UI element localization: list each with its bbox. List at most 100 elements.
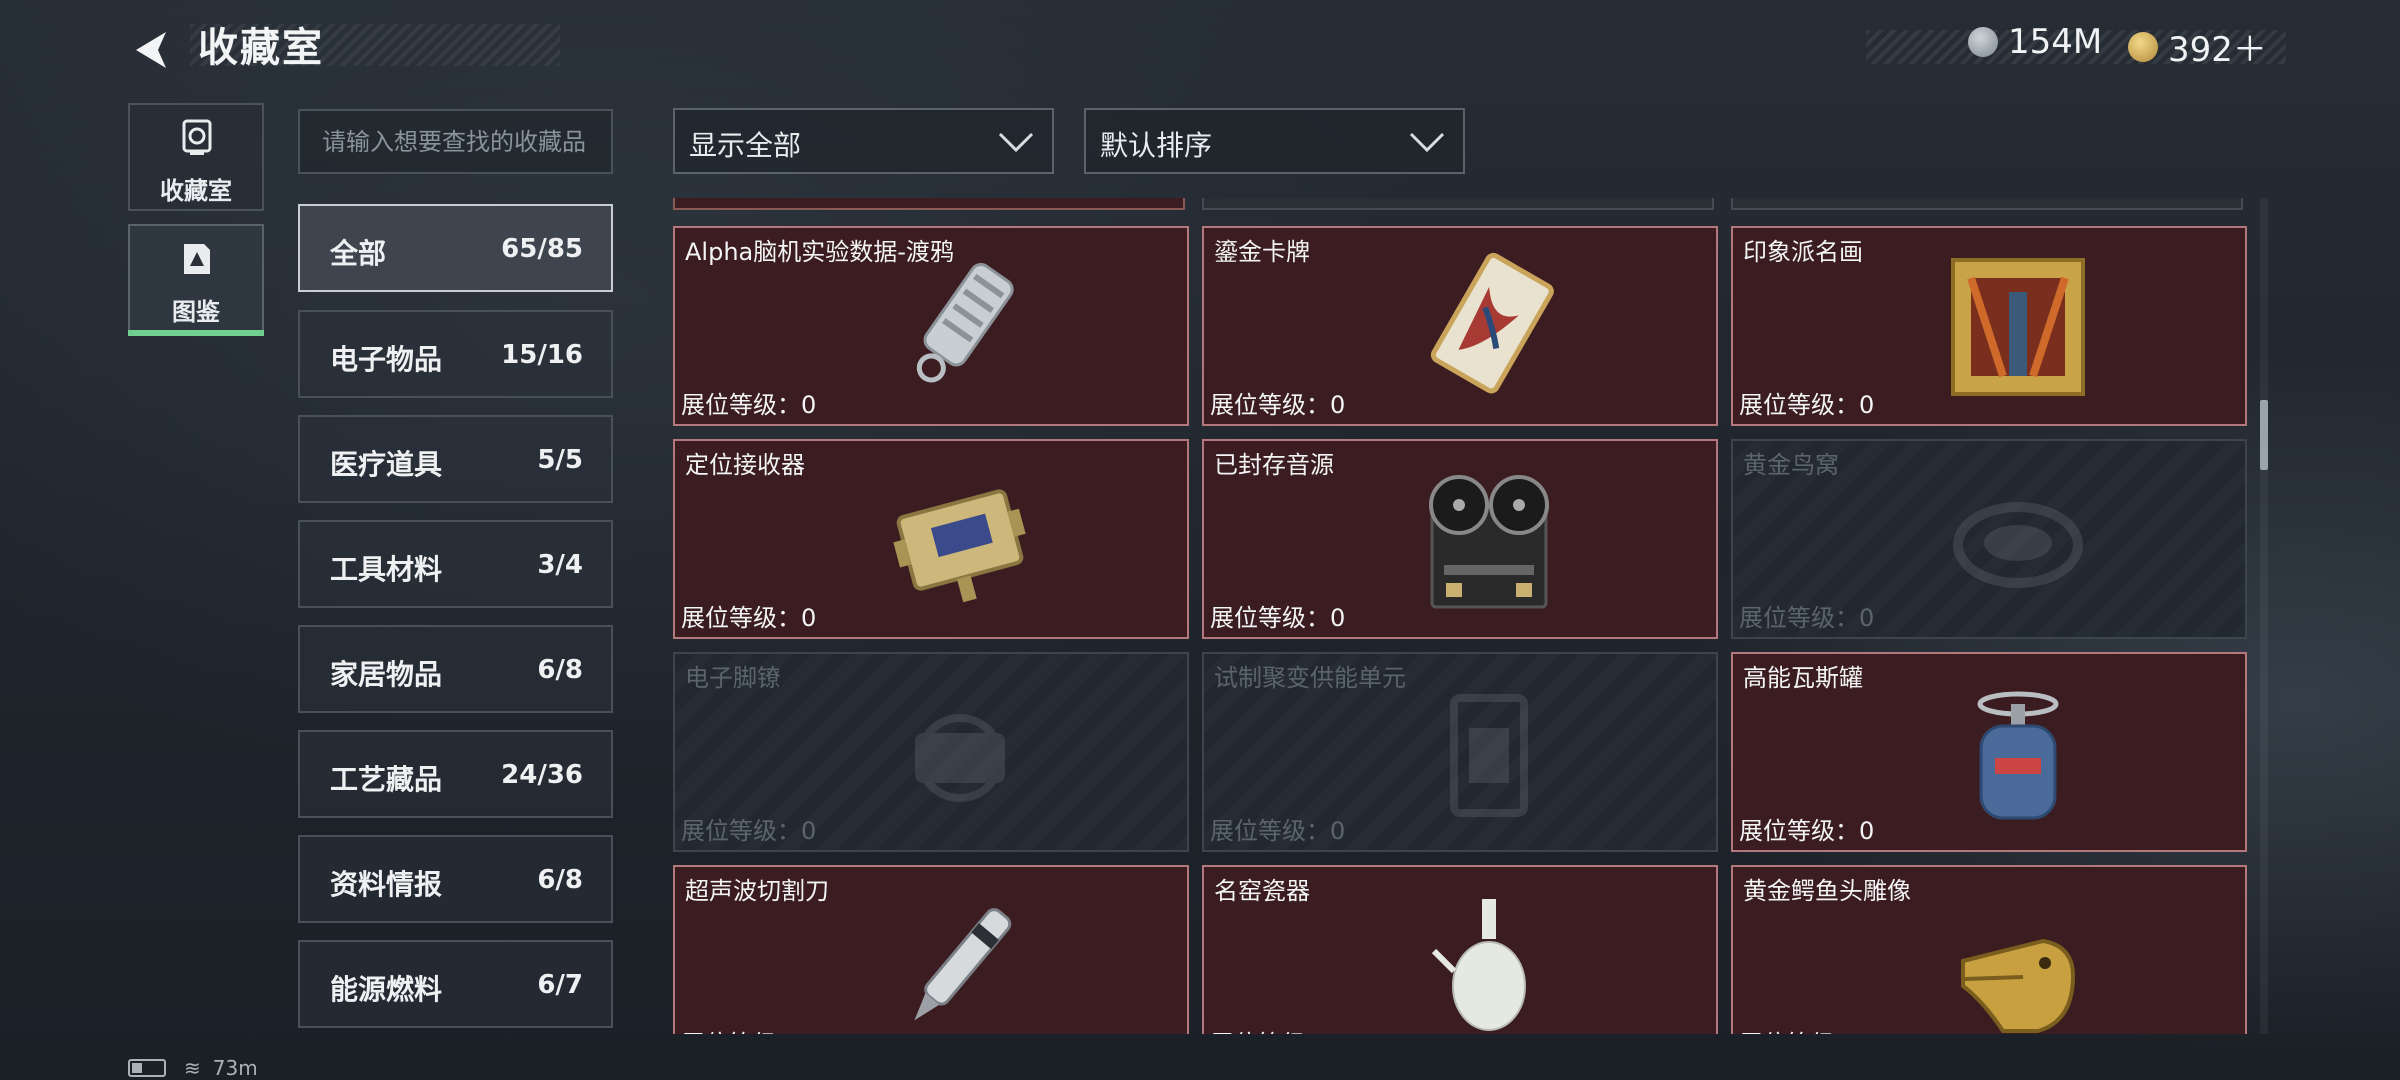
collectible-card-locked[interactable]: 黄金鸟窝 展位等级：0: [1731, 439, 2247, 639]
item-name: 鎏金卡牌: [1214, 238, 1310, 266]
category-medical[interactable]: 医疗道具 5/5: [298, 415, 613, 503]
category-label: 医疗道具: [330, 448, 443, 481]
category-electronics[interactable]: 电子物品 15/16: [298, 310, 613, 398]
gilded-card-icon: [1430, 252, 1554, 394]
nav-codex[interactable]: 图鉴: [128, 224, 264, 336]
sort-label: 默认排序: [1100, 129, 1213, 162]
signal-text: 73m: [212, 1056, 258, 1080]
item-level: 展位等级：0: [1739, 1024, 1874, 1034]
category-tools[interactable]: 工具材料 3/4: [298, 520, 613, 608]
porcelain-vase-icon: [1431, 899, 1526, 1031]
currency-silver-value: 154M: [2008, 22, 2103, 62]
category-label: 电子物品: [330, 343, 443, 376]
category-count: 6/7: [537, 970, 583, 1000]
category-count: 24/36: [501, 760, 583, 790]
category-count: 15/16: [501, 340, 583, 370]
item-name: 电子脚镣: [685, 664, 781, 692]
item-level: 展位等级：0: [1210, 817, 1346, 845]
collectible-grid: Alpha脑机实验数据-渡鸦 展位等级：0 鎏金卡牌 展位等级：0 印象派名画: [670, 198, 2250, 1034]
silver-coin-icon: [1968, 27, 1998, 57]
category-count: 6/8: [537, 865, 583, 895]
device-status: ≋ 73m: [128, 1056, 258, 1080]
battery-icon: [128, 1059, 166, 1077]
title-bar: 收藏室: [190, 24, 560, 71]
item-level: 展位等级：0: [1210, 604, 1346, 632]
item-level: 展位等级：0: [681, 391, 817, 419]
item-name: 超声波切割刀: [685, 877, 829, 905]
usb-drive-icon: [916, 262, 1014, 383]
search-input[interactable]: [300, 111, 611, 172]
item-level: 展位等级：0: [1739, 604, 1875, 632]
framed-painting-icon: [1951, 258, 2085, 396]
collectible-card-locked[interactable]: 试制聚变供能单元 展位等级：0: [1202, 652, 1718, 852]
nav-collection-room[interactable]: 收藏室: [128, 103, 264, 211]
item-level: 展位等级：0: [1739, 391, 1875, 419]
category-household[interactable]: 家居物品 6/8: [298, 625, 613, 713]
page-title: 收藏室: [198, 25, 324, 71]
currency-gold[interactable]: 392＋: [2128, 22, 2267, 71]
reel-to-reel-recorder-icon: [1429, 475, 1549, 609]
collectible-card[interactable]: 印象派名画 展位等级：0: [1731, 226, 2247, 426]
display-filter-dropdown[interactable]: 显示全部: [673, 108, 1054, 174]
category-count: 5/5: [537, 445, 583, 475]
sort-dropdown[interactable]: 默认排序: [1084, 108, 1465, 174]
item-name: 黄金鸟窝: [1743, 451, 1839, 479]
electronic-anklet-icon: [915, 714, 1005, 802]
card-partial: [1731, 198, 2243, 210]
golden-crocodile-head-icon: [1961, 938, 2076, 1033]
category-count: 65/85: [501, 234, 583, 264]
category-label: 全部: [330, 237, 387, 270]
grid-scrollbar[interactable]: [2260, 198, 2268, 1034]
gold-coin-icon: [2128, 31, 2158, 62]
collectible-card[interactable]: 定位接收器 展位等级：0: [673, 439, 1189, 639]
top-bar: 收藏室 154M 392＋: [0, 0, 2400, 100]
item-name: 已封存音源: [1214, 451, 1334, 479]
category-label: 家居物品: [330, 658, 443, 691]
item-level: 展位等级：0: [1739, 817, 1875, 845]
card-partial: [673, 198, 1185, 210]
collection-room-icon: [182, 119, 212, 155]
category-label: 资料情报: [330, 868, 443, 901]
currency-silver: 154M: [1968, 22, 2102, 62]
chevron-down-icon: [1409, 132, 1445, 153]
grid-scroll-thumb[interactable]: [2260, 400, 2268, 470]
collectible-card[interactable]: 高能瓦斯罐 展位等级：0: [1731, 652, 2247, 852]
item-level: 展位等级：0: [681, 604, 817, 632]
item-level: 展位等级：0: [681, 817, 817, 845]
item-name: 名窑瓷器: [1214, 877, 1310, 905]
category-crafts[interactable]: 工艺藏品 24/36: [298, 730, 613, 818]
category-energy[interactable]: 能源燃料 6/7: [298, 940, 613, 1028]
category-count: 6/8: [537, 655, 583, 685]
collectible-card[interactable]: 已封存音源 展位等级：0: [1202, 439, 1718, 639]
collectible-card-locked[interactable]: 电子脚镣 展位等级：0: [673, 652, 1189, 852]
currency-gold-value: 392＋: [2168, 30, 2267, 70]
collectible-card[interactable]: 鎏金卡牌 展位等级：0: [1202, 226, 1718, 426]
collectible-card[interactable]: Alpha脑机实验数据-渡鸦 展位等级：0: [673, 226, 1189, 426]
item-name: 印象派名画: [1743, 238, 1863, 266]
locator-receiver-icon: [893, 489, 1026, 603]
search-box: [298, 109, 613, 174]
item-name: 黄金鳄鱼头雕像: [1743, 877, 1911, 905]
collectible-card[interactable]: 名窑瓷器 展位等级：0: [1202, 865, 1718, 1034]
category-label: 工艺藏品: [330, 763, 443, 796]
item-name: 试制聚变供能单元: [1214, 664, 1406, 692]
display-filter-label: 显示全部: [689, 129, 802, 162]
category-count: 3/4: [537, 550, 583, 580]
collectible-card[interactable]: 黄金鳄鱼头雕像 展位等级：0: [1731, 865, 2247, 1034]
category-label: 工具材料: [330, 553, 443, 586]
golden-nest-icon: [1953, 502, 2083, 588]
collectible-card[interactable]: 超声波切割刀 展位等级：0: [673, 865, 1189, 1034]
gas-canister-icon: [1977, 691, 2059, 820]
category-intel[interactable]: 资料情报 6/8: [298, 835, 613, 923]
card-partial: [1202, 198, 1714, 210]
item-name: 高能瓦斯罐: [1743, 664, 1863, 692]
item-level: 展位等级：0: [1210, 1024, 1345, 1034]
chevron-down-icon: [998, 132, 1034, 153]
fusion-unit-icon: [1450, 694, 1528, 817]
item-name: 定位接收器: [685, 451, 805, 479]
category-label: 能源燃料: [330, 973, 443, 1006]
item-level: 展位等级：0: [1210, 391, 1346, 419]
back-arrow-icon[interactable]: [128, 26, 176, 74]
wifi-icon: ≋: [184, 1056, 201, 1080]
category-all[interactable]: 全部 65/85: [298, 204, 613, 292]
